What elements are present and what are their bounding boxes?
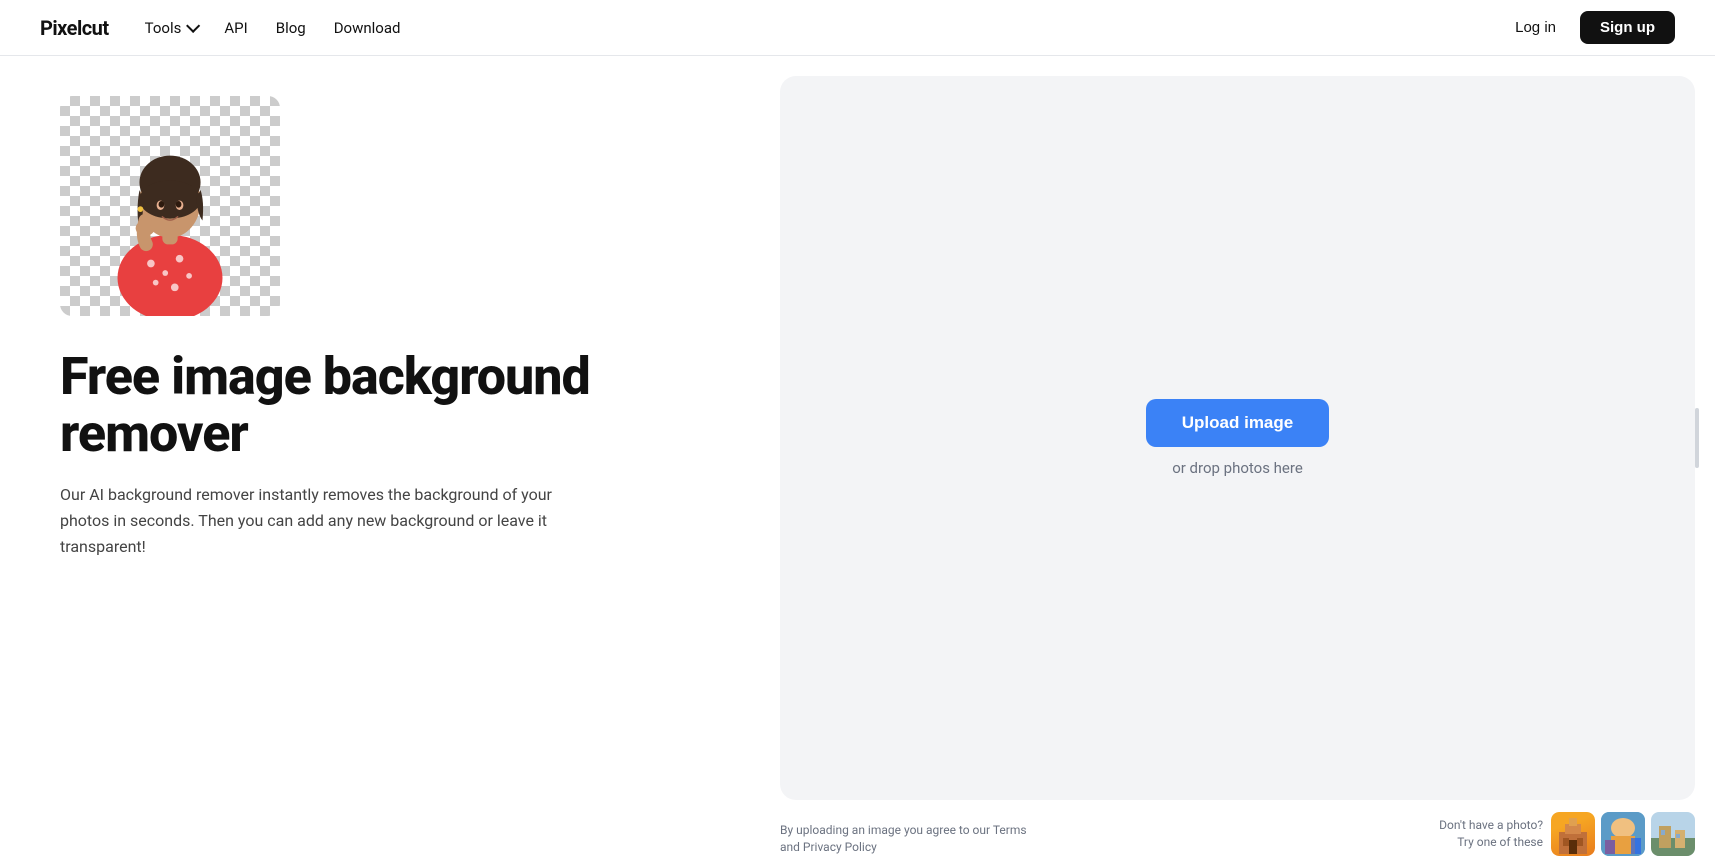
scroll-indicator [1695,408,1699,468]
hero-title: Free image background remover [60,348,720,462]
signup-button[interactable]: Sign up [1580,11,1675,44]
building-icon-2 [1601,812,1645,856]
right-panel: Upload image or drop photos here By uplo… [780,56,1715,868]
left-panel: Free image background remover Our AI bac… [0,56,780,868]
nav-tools[interactable]: Tools [145,19,197,37]
login-button[interactable]: Log in [1503,13,1568,42]
woman-illustration [90,106,250,316]
terms-text: By uploading an image you agree to our T… [780,822,1040,856]
nav-blog[interactable]: Blog [276,19,306,37]
sample-thumbs [1551,812,1695,856]
sample-thumb-2[interactable] [1601,812,1645,856]
upload-dropzone[interactable]: Upload image or drop photos here [780,76,1695,800]
sample-photos-label: Don't have a photo? Try one of these [1439,817,1543,851]
sample-photos-area: Don't have a photo? Try one of these [1439,812,1695,856]
building-icon-3 [1651,812,1695,856]
drop-text: or drop photos here [1172,459,1303,477]
nav-actions: Log in Sign up [1503,11,1675,44]
hero-image-wrapper [60,96,280,316]
hero-description: Our AI background remover instantly remo… [60,482,560,559]
upload-image-button[interactable]: Upload image [1146,399,1329,447]
nav-api[interactable]: API [224,19,247,37]
nav-download[interactable]: Download [334,19,401,37]
nav-links: Tools API Blog Download [145,19,1503,37]
checkerboard-bg [60,96,280,316]
sample-thumb-1[interactable] [1551,812,1595,856]
sample-thumb-3[interactable] [1651,812,1695,856]
main-layout: Free image background remover Our AI bac… [0,56,1715,868]
chevron-down-icon [186,18,200,32]
navbar: Pixelcut Tools API Blog Download Log in … [0,0,1715,56]
building-icon-1 [1551,812,1595,856]
bottom-bar: By uploading an image you agree to our T… [780,800,1695,868]
logo[interactable]: Pixelcut [40,16,109,40]
